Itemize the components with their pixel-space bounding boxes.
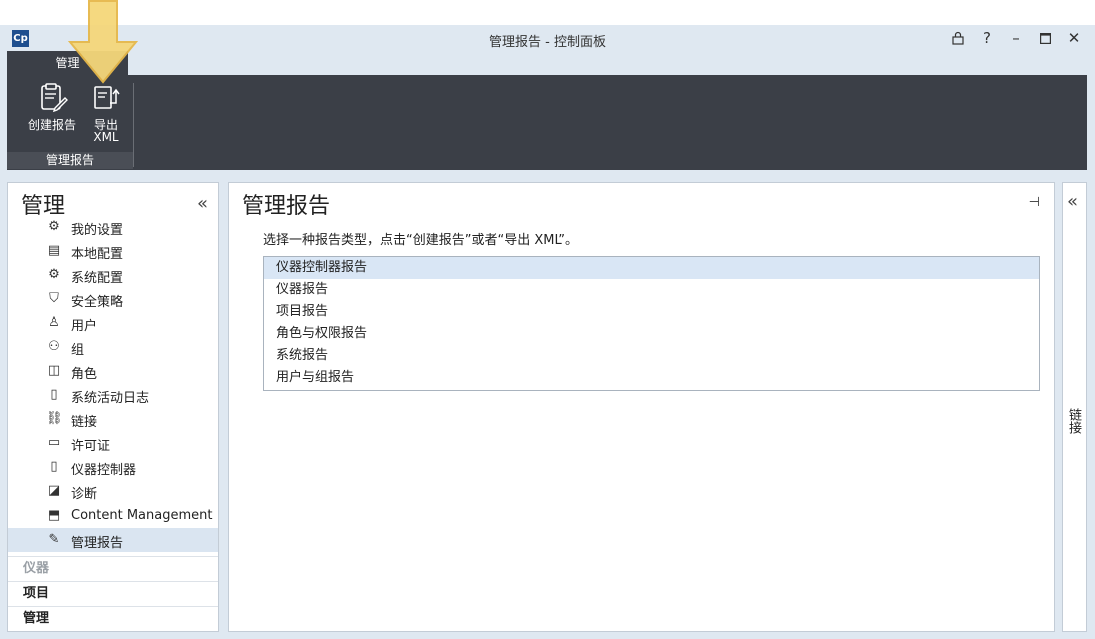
sidebar-item-admin-reports[interactable]: ✎ 管理报告 <box>8 528 218 552</box>
report-type-list[interactable]: 仪器控制器报告 仪器报告 项目报告 角色与权限报告 系统报告 用户与组报告 <box>263 256 1040 391</box>
sidebar-item-links[interactable]: ⛓ 链接 <box>8 407 218 431</box>
shield-icon: ⛉ <box>49 291 59 306</box>
list-item[interactable]: 项目报告 <box>264 301 1039 323</box>
section-admin[interactable]: 管理 <box>8 606 218 631</box>
help-button[interactable]: ? <box>974 27 1000 49</box>
group-icon: ⚇ <box>48 339 60 354</box>
highlight-arrow-icon <box>68 0 138 84</box>
sidebar-item-label: 安全策略 <box>71 295 124 310</box>
app-window: Cp 管理报告 - 控制面板 ? – ✕ 管理 创建报告 导出 XML 管理报告… <box>0 0 1095 639</box>
sidebar-item-label: 系统配置 <box>71 271 124 286</box>
ribbon: 创建报告 导出 XML 管理报告 <box>7 75 1087 170</box>
create-report-button[interactable]: 创建报告 <box>21 81 83 131</box>
link-icon: ⛓ <box>46 411 63 426</box>
lock-icon[interactable] <box>945 27 971 49</box>
create-report-icon <box>41 83 68 113</box>
sidebar-item-users[interactable]: ♙ 用户 <box>8 311 218 335</box>
minimize-button[interactable]: – <box>1003 27 1029 49</box>
list-item[interactable]: 用户与组报告 <box>264 367 1039 389</box>
sidebar-item-label: 系统活动日志 <box>71 391 150 406</box>
sidebar-item-label: 用户 <box>71 319 98 334</box>
sidebar-item-activity-log[interactable]: ▯ 系统活动日志 <box>8 383 218 407</box>
sidebar-item-label: 角色 <box>71 367 98 382</box>
local-config-icon: ▤ <box>47 243 61 258</box>
sidebar: 管理 « ⚙ 我的设置 ▤ 本地配置 ⚙ 系统配置 ⛉ 安全策略 ♙ 用户 ⚇ … <box>7 182 219 632</box>
links-side-panel[interactable]: « 链接 <box>1062 182 1087 632</box>
sidebar-item-diagnostics[interactable]: ◪ 诊断 <box>8 479 218 503</box>
sidebar-item-label: Content Management <box>71 508 213 523</box>
window-title: 管理报告 - 控制面板 <box>489 35 606 50</box>
sidebar-item-license[interactable]: ▭ 许可证 <box>8 431 218 455</box>
sidebar-item-roles[interactable]: ◫ 角色 <box>8 359 218 383</box>
list-item[interactable]: 角色与权限报告 <box>264 323 1039 345</box>
sidebar-item-label: 许可证 <box>71 439 111 454</box>
sidebar-item-label: 链接 <box>71 415 98 430</box>
sidebar-item-label: 本地配置 <box>71 247 124 262</box>
pin-icon[interactable]: ⊣ <box>1029 195 1040 210</box>
list-item[interactable]: 仪器控制器报告 <box>264 257 1039 279</box>
maximize-button[interactable] <box>1032 27 1058 49</box>
main-panel: 管理报告 ⊣ 选择一种报告类型，点击“创建报告”或者“导出 XML”。 仪器控制… <box>228 182 1055 632</box>
sidebar-item-content-management[interactable]: ⬒ Content Management <box>8 504 218 528</box>
sidebar-collapse-icon[interactable]: « <box>197 193 208 214</box>
user-icon: ♙ <box>48 315 60 330</box>
list-item[interactable]: 仪器报告 <box>264 279 1039 301</box>
ribbon-tab-bar: 管理 <box>0 51 1095 75</box>
title-bar: Cp 管理报告 - 控制面板 ? – ✕ <box>0 25 1095 51</box>
top-strip <box>0 0 1095 25</box>
ribbon-group-label: 管理报告 <box>7 152 133 169</box>
sidebar-item-security-policy[interactable]: ⛉ 安全策略 <box>8 287 218 311</box>
sidebar-item-label: 管理报告 <box>71 536 124 551</box>
activity-log-icon: ▯ <box>50 387 58 402</box>
diagnostics-icon: ◪ <box>47 483 61 498</box>
sidebar-item-label: 诊断 <box>71 487 98 502</box>
links-panel-expand-icon[interactable]: « <box>1067 191 1078 212</box>
sidebar-item-label: 我的设置 <box>71 223 124 238</box>
license-icon: ▭ <box>47 435 61 450</box>
create-report-label: 创建报告 <box>27 118 76 132</box>
content-management-icon: ⬒ <box>47 508 61 523</box>
instrument-controller-icon: ▯ <box>50 459 58 474</box>
my-settings-icon: ⚙ <box>48 219 60 234</box>
sidebar-item-label: 仪器控制器 <box>71 463 137 478</box>
section-projects[interactable]: 项目 <box>8 581 218 606</box>
admin-report-icon: ✎ <box>48 532 60 547</box>
role-icon: ◫ <box>47 363 61 378</box>
export-xml-button[interactable]: 导出 XML <box>85 81 127 143</box>
ribbon-separator <box>133 83 134 167</box>
sidebar-item-my-settings[interactable]: ⚙ 我的设置 <box>8 215 218 239</box>
export-xml-label-line2: XML <box>93 130 119 144</box>
sidebar-item-local-config[interactable]: ▤ 本地配置 <box>8 239 218 263</box>
sidebar-item-system-config[interactable]: ⚙ 系统配置 <box>8 263 218 287</box>
export-xml-icon <box>94 86 120 109</box>
system-config-icon: ⚙ <box>48 267 60 282</box>
page-title: 管理报告 <box>242 194 331 219</box>
list-item[interactable]: 系统报告 <box>264 345 1039 367</box>
sidebar-item-groups[interactable]: ⚇ 组 <box>8 335 218 359</box>
instruction-text: 选择一种报告类型，点击“创建报告”或者“导出 XML”。 <box>263 233 579 248</box>
sidebar-item-label: 组 <box>71 343 85 358</box>
links-panel-label[interactable]: 链接 <box>1066 408 1083 434</box>
sidebar-item-instrument-controller[interactable]: ▯ 仪器控制器 <box>8 455 218 479</box>
close-button[interactable]: ✕ <box>1061 27 1087 49</box>
section-instruments[interactable]: 仪器 <box>8 556 218 581</box>
